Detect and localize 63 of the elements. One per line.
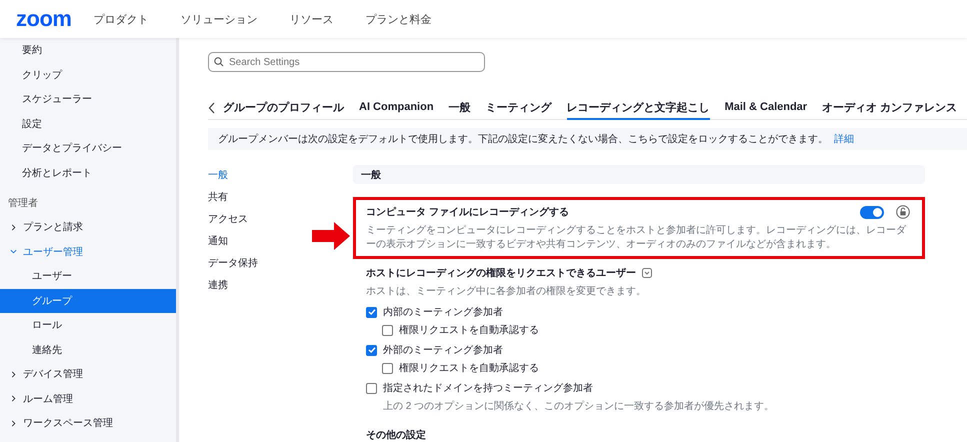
section-link[interactable]: 通知 [208, 230, 353, 252]
sidebar-item[interactable]: クリップ [0, 62, 176, 87]
nav-link[interactable]: ソリューション [180, 12, 258, 26]
checkbox-label: 権限リクエストを自動承認する [399, 362, 539, 375]
sidebar-group[interactable]: ワークスペース管理 [0, 411, 176, 436]
sidebar-heading: 管理者 [7, 196, 39, 211]
checkbox-label: 内部のミーティング参加者 [383, 306, 503, 319]
tab[interactable]: AI Companion [359, 96, 434, 120]
chevron-icon [10, 395, 17, 402]
nav-link[interactable]: リソース [289, 12, 334, 26]
setting-description: ミーティングをコンピュータにレコーディングすることをホストと参加者に許可します。レコーディングには、レコーダーの表示オプションに一致するビデオや共有コンテンツ、オーディオのみのファイルなどが含まれます。 [366, 224, 908, 252]
section-link[interactable]: アクセス [208, 208, 353, 230]
toggle-switch[interactable] [860, 206, 884, 219]
chevron-icon [10, 224, 17, 231]
checkbox[interactable] [366, 344, 377, 356]
chevron-icon [10, 420, 17, 427]
tab[interactable]: グループのプロフィール [223, 96, 344, 120]
section-header: 一般 [353, 165, 925, 184]
checkbox-label: 権限リクエストを自動承認する [399, 324, 539, 337]
tab[interactable]: ミーティング [486, 96, 552, 120]
sidebar-item[interactable]: 要約 [0, 38, 176, 62]
sidebar-item[interactable]: 設定 [0, 112, 176, 136]
checkbox-label: 指定されたドメインを持つミーティング参加者 [383, 382, 593, 395]
banner-text: グループメンバーは次の設定をデフォルトで使用します。下記の設定に変えたくない場合、こちらで設定をロックすることができます。 [218, 132, 828, 146]
sidebar-group[interactable]: ユーザー管理 [0, 240, 176, 264]
arrow-icon [312, 222, 350, 250]
lock-icon[interactable] [896, 205, 910, 219]
checkbox[interactable] [382, 362, 393, 374]
checkbox[interactable] [366, 382, 377, 394]
nav-link[interactable]: プロダクト [93, 12, 148, 26]
logo[interactable]: zoom [16, 8, 72, 30]
sidebar-item[interactable]: 連絡先 [0, 338, 176, 362]
chevron-icon [10, 248, 17, 256]
tab[interactable]: Mail & Calendar [724, 96, 808, 120]
checkbox-label: 外部のミーティング参加者 [383, 344, 503, 357]
option-note: 上の 2 つのオプションに関係なく、このオプションに一致する参加者が優先されます。 [383, 400, 776, 413]
sidebar-item[interactable]: ユーザー [0, 264, 176, 288]
chevron-icon [10, 370, 17, 378]
setting-description: ホストは、ミーティング中に各参加者の権限を変更できます。 [366, 285, 647, 299]
setting-title: ホストにレコーディングの権限をリクエストできるユーザー [366, 266, 636, 280]
section-link[interactable]: 一般 [208, 164, 353, 186]
checkbox[interactable] [382, 324, 393, 336]
sidebar-item[interactable]: 分析とレポート [0, 160, 176, 185]
tab[interactable]: オーディオ カンファレンス [822, 96, 958, 120]
section-title: その他の設定 [366, 428, 427, 442]
sidebar-item[interactable]: スケジューラー [0, 87, 176, 112]
checkbox[interactable] [366, 306, 377, 318]
sidebar-group[interactable]: デバイス管理 [0, 362, 176, 386]
chevron-left-icon[interactable] [208, 102, 216, 114]
tab[interactable]: レコーディングと文字起こし [566, 96, 710, 120]
details-link[interactable]: 詳細 [834, 132, 854, 146]
section-link[interactable]: データ保持 [208, 252, 353, 274]
nav-link[interactable]: プランと料金 [365, 12, 432, 26]
search-field[interactable]: Search Settings [208, 52, 485, 72]
setting-title: コンピュータ ファイルにレコーディングする [366, 206, 569, 219]
sidebar-item[interactable]: グループ [0, 288, 176, 313]
sidebar-item[interactable]: ロール [0, 313, 176, 338]
section-link[interactable]: 共有 [208, 186, 353, 208]
section-link[interactable]: 連携 [208, 274, 353, 296]
tab[interactable]: 一般 [448, 96, 471, 120]
sidebar-group[interactable]: ルーム管理 [0, 386, 176, 411]
sidebar-group[interactable]: プランと請求 [0, 215, 176, 240]
sidebar-item[interactable]: データとプライバシー [0, 136, 176, 160]
